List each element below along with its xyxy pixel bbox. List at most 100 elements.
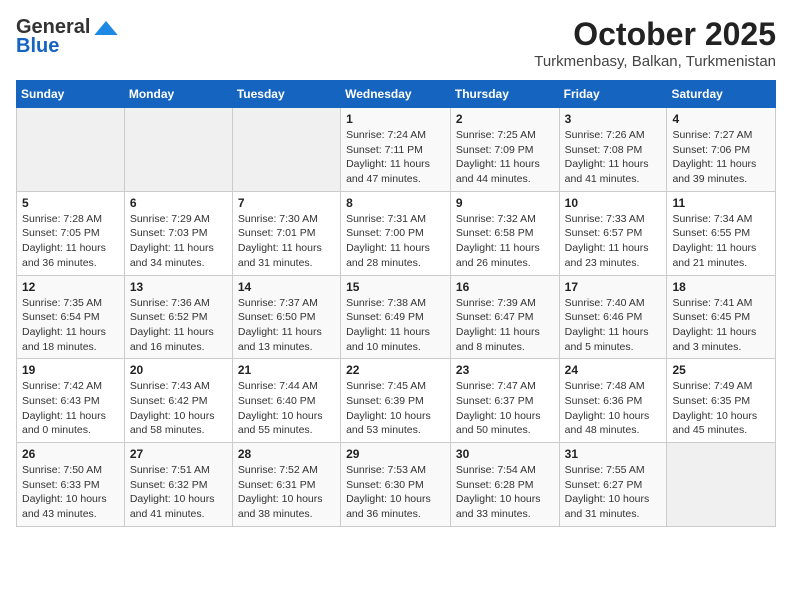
day-number: 28	[238, 447, 335, 461]
col-monday: Monday	[124, 81, 232, 108]
table-row: 28 Sunrise: 7:52 AM Sunset: 6:31 PM Dayli…	[232, 443, 340, 527]
day-info: Sunrise: 7:45 AM Sunset: 6:39 PM Dayligh…	[346, 379, 445, 438]
calendar-week-row: 26Sunrise: 7:50 AM Sunset: 6:33 PM Dayli…	[17, 443, 776, 527]
day-info: Sunrise: 7:55 AM Sunset: 6:27 PM Dayligh…	[565, 463, 662, 522]
table-row: 23 Sunrise: 7:47 AM Sunset: 6:37 PM Dayli…	[450, 359, 559, 443]
table-row: 21Sunrise: 7:44 AM Sunset: 6:40 PM Dayli…	[232, 359, 340, 443]
table-row	[667, 443, 776, 527]
day-info: Sunrise: 7:40 AM Sunset: 6:46 PM Dayligh…	[565, 296, 662, 355]
table-row: 11 Sunrise: 7:34 AM Sunset: 6:55 PM Dayli…	[667, 191, 776, 275]
col-sunday: Sunday	[17, 81, 125, 108]
table-row: 25 Sunrise: 7:49 AM Sunset: 6:35 PM Dayli…	[667, 359, 776, 443]
table-row: 17Sunrise: 7:40 AM Sunset: 6:46 PM Dayli…	[559, 275, 667, 359]
day-info: Sunrise: 7:49 AM Sunset: 6:35 PM Dayligh…	[672, 379, 770, 438]
day-info: Sunrise: 7:43 AM Sunset: 6:42 PM Dayligh…	[130, 379, 227, 438]
col-thursday: Thursday	[450, 81, 559, 108]
day-info: Sunrise: 7:25 AM Sunset: 7:09 PM Dayligh…	[456, 128, 554, 187]
logo: General Blue	[16, 16, 118, 58]
day-number: 31	[565, 447, 662, 461]
table-row: 29 Sunrise: 7:53 AM Sunset: 6:30 PM Dayli…	[341, 443, 451, 527]
day-number: 10	[565, 196, 662, 210]
day-number: 11	[672, 196, 770, 210]
table-row: 18 Sunrise: 7:41 AM Sunset: 6:45 PM Dayli…	[667, 275, 776, 359]
day-info: Sunrise: 7:53 AM Sunset: 6:30 PM Dayligh…	[346, 463, 445, 522]
table-row: 15Sunrise: 7:38 AM Sunset: 6:49 PM Dayli…	[341, 275, 451, 359]
col-friday: Friday	[559, 81, 667, 108]
day-info: Sunrise: 7:33 AM Sunset: 6:57 PM Dayligh…	[565, 212, 662, 271]
day-number: 21	[238, 363, 335, 377]
day-info: Sunrise: 7:48 AM Sunset: 6:36 PM Dayligh…	[565, 379, 662, 438]
day-number: 24	[565, 363, 662, 377]
table-row: 2 Sunrise: 7:25 AM Sunset: 7:09 PM Daylig…	[450, 108, 559, 192]
day-info: Sunrise: 7:54 AM Sunset: 6:28 PM Dayligh…	[456, 463, 554, 522]
table-row	[17, 108, 125, 192]
table-row: 10 Sunrise: 7:33 AM Sunset: 6:57 PM Dayli…	[559, 191, 667, 275]
page-title: October 2025	[534, 16, 776, 53]
table-row: 4 Sunrise: 7:27 AM Sunset: 7:06 PM Daylig…	[667, 108, 776, 192]
day-info: Sunrise: 7:24 AM Sunset: 7:11 PM Dayligh…	[346, 128, 445, 187]
day-number: 30	[456, 447, 554, 461]
day-number: 9	[456, 196, 554, 210]
col-wednesday: Wednesday	[341, 81, 451, 108]
table-row	[124, 108, 232, 192]
logo-blue: Blue	[16, 35, 59, 58]
day-info: Sunrise: 7:34 AM Sunset: 6:55 PM Dayligh…	[672, 212, 770, 271]
day-info: Sunrise: 7:39 AM Sunset: 6:47 PM Dayligh…	[456, 296, 554, 355]
day-info: Sunrise: 7:41 AM Sunset: 6:45 PM Dayligh…	[672, 296, 770, 355]
day-info: Sunrise: 7:28 AM Sunset: 7:05 PM Dayligh…	[22, 212, 119, 271]
day-info: Sunrise: 7:35 AM Sunset: 6:54 PM Dayligh…	[22, 296, 119, 355]
calendar-week-row: 1Sunrise: 7:24 AM Sunset: 7:11 PM Daylig…	[17, 108, 776, 192]
day-info: Sunrise: 7:27 AM Sunset: 7:06 PM Dayligh…	[672, 128, 770, 187]
logo-icon	[94, 21, 118, 35]
table-row: 26Sunrise: 7:50 AM Sunset: 6:33 PM Dayli…	[17, 443, 125, 527]
page-subtitle: Turkmenbasy, Balkan, Turkmenistan	[534, 53, 776, 70]
table-row: 1Sunrise: 7:24 AM Sunset: 7:11 PM Daylig…	[341, 108, 451, 192]
col-tuesday: Tuesday	[232, 81, 340, 108]
title-block: October 2025 Turkmenbasy, Balkan, Turkme…	[534, 16, 776, 70]
day-number: 4	[672, 112, 770, 126]
day-number: 22	[346, 363, 445, 377]
day-number: 3	[565, 112, 662, 126]
day-number: 12	[22, 280, 119, 294]
page-header: General Blue October 2025 Turkmenbasy, B…	[16, 16, 776, 70]
table-row	[232, 108, 340, 192]
day-number: 25	[672, 363, 770, 377]
day-info: Sunrise: 7:29 AM Sunset: 7:03 PM Dayligh…	[130, 212, 227, 271]
day-number: 14	[238, 280, 335, 294]
day-number: 2	[456, 112, 554, 126]
table-row: 22 Sunrise: 7:45 AM Sunset: 6:39 PM Dayli…	[341, 359, 451, 443]
day-number: 13	[130, 280, 227, 294]
table-row: 20Sunrise: 7:43 AM Sunset: 6:42 PM Dayli…	[124, 359, 232, 443]
day-number: 5	[22, 196, 119, 210]
day-info: Sunrise: 7:52 AM Sunset: 6:31 PM Dayligh…	[238, 463, 335, 522]
day-info: Sunrise: 7:42 AM Sunset: 6:43 PM Dayligh…	[22, 379, 119, 438]
calendar-week-row: 12 Sunrise: 7:35 AM Sunset: 6:54 PM Dayli…	[17, 275, 776, 359]
table-row: 6 Sunrise: 7:29 AM Sunset: 7:03 PM Daylig…	[124, 191, 232, 275]
calendar-table: Sunday Monday Tuesday Wednesday Thursday…	[16, 80, 776, 527]
col-saturday: Saturday	[667, 81, 776, 108]
day-info: Sunrise: 7:51 AM Sunset: 6:32 PM Dayligh…	[130, 463, 227, 522]
day-info: Sunrise: 7:26 AM Sunset: 7:08 PM Dayligh…	[565, 128, 662, 187]
day-info: Sunrise: 7:37 AM Sunset: 6:50 PM Dayligh…	[238, 296, 335, 355]
calendar-week-row: 19Sunrise: 7:42 AM Sunset: 6:43 PM Dayli…	[17, 359, 776, 443]
day-number: 23	[456, 363, 554, 377]
table-row: 9 Sunrise: 7:32 AM Sunset: 6:58 PM Daylig…	[450, 191, 559, 275]
day-number: 18	[672, 280, 770, 294]
day-info: Sunrise: 7:32 AM Sunset: 6:58 PM Dayligh…	[456, 212, 554, 271]
day-info: Sunrise: 7:31 AM Sunset: 7:00 PM Dayligh…	[346, 212, 445, 271]
table-row: 27 Sunrise: 7:51 AM Sunset: 6:32 PM Dayli…	[124, 443, 232, 527]
day-number: 6	[130, 196, 227, 210]
table-row: 7Sunrise: 7:30 AM Sunset: 7:01 PM Daylig…	[232, 191, 340, 275]
day-number: 26	[22, 447, 119, 461]
day-number: 27	[130, 447, 227, 461]
table-row: 24 Sunrise: 7:48 AM Sunset: 6:36 PM Dayli…	[559, 359, 667, 443]
table-row: 13 Sunrise: 7:36 AM Sunset: 6:52 PM Dayli…	[124, 275, 232, 359]
day-info: Sunrise: 7:47 AM Sunset: 6:37 PM Dayligh…	[456, 379, 554, 438]
day-info: Sunrise: 7:36 AM Sunset: 6:52 PM Dayligh…	[130, 296, 227, 355]
table-row: 12 Sunrise: 7:35 AM Sunset: 6:54 PM Dayli…	[17, 275, 125, 359]
day-number: 29	[346, 447, 445, 461]
table-row: 30 Sunrise: 7:54 AM Sunset: 6:28 PM Dayli…	[450, 443, 559, 527]
table-row: 3 Sunrise: 7:26 AM Sunset: 7:08 PM Daylig…	[559, 108, 667, 192]
calendar-week-row: 5 Sunrise: 7:28 AM Sunset: 7:05 PM Daylig…	[17, 191, 776, 275]
day-info: Sunrise: 7:30 AM Sunset: 7:01 PM Dayligh…	[238, 212, 335, 271]
